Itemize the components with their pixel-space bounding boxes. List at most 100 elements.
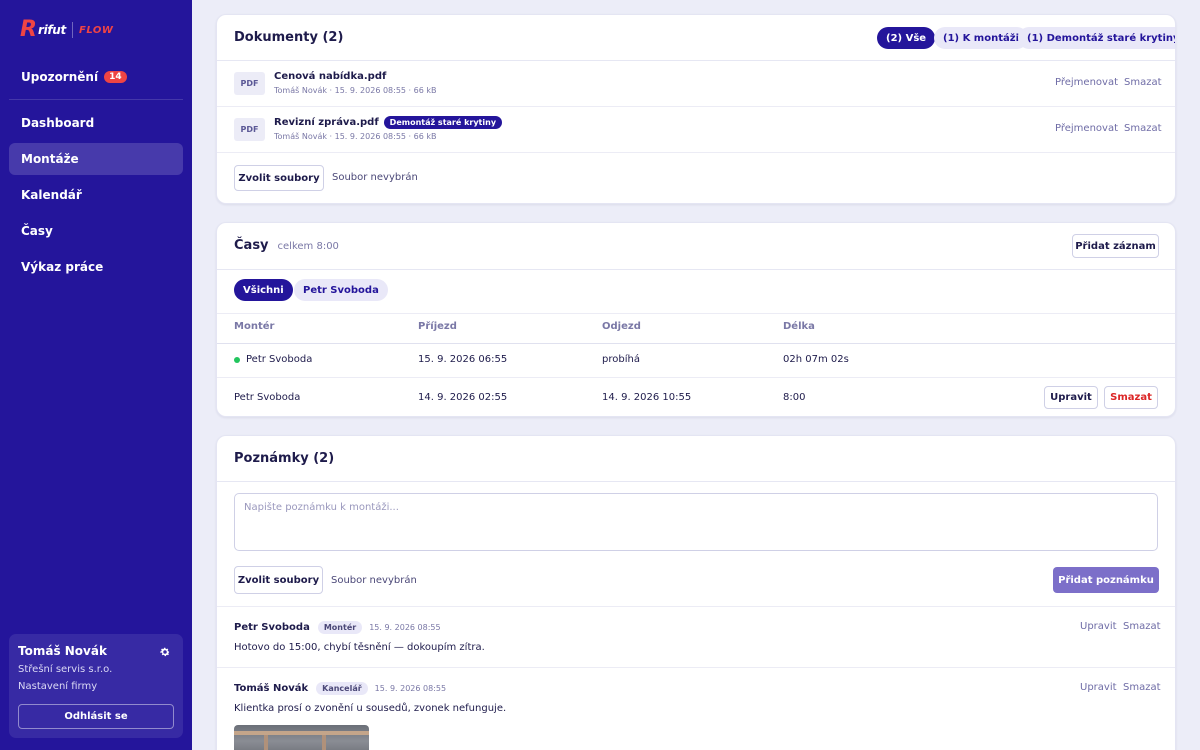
documents-title: Dokumenty (2) <box>234 30 344 45</box>
note-role-badge: Montér <box>317 621 363 634</box>
row-divider <box>217 313 1175 314</box>
row-departure: probíhá <box>602 354 640 365</box>
sidebar-item-label: Výkaz práce <box>21 260 104 274</box>
add-note-button[interactable]: Přidat poznámku <box>1053 567 1159 593</box>
thumbnail-detail <box>322 735 326 750</box>
document-name[interactable]: Cenová nabídka.pdf <box>274 71 386 82</box>
delete-time-button[interactable]: Smazat <box>1104 386 1158 409</box>
edit-note-link[interactable]: Upravit <box>1080 621 1117 632</box>
notes-card: Poznámky (2) Zvolit soubory Soubor nevyb… <box>216 435 1176 750</box>
filter-demontaz[interactable]: (1) Demontáž staré krytiny <box>1018 27 1175 49</box>
row-worker: Petr Svoboda <box>246 354 313 365</box>
document-filename: Cenová nabídka.pdf <box>274 71 387 82</box>
no-file-label: Soubor nevybrán <box>332 172 418 183</box>
column-header-duration: Délka <box>783 321 815 332</box>
edit-note-link[interactable]: Upravit <box>1080 682 1117 693</box>
choose-files-button[interactable]: Zvolit soubory <box>234 165 324 191</box>
delete-note-link[interactable]: Smazat <box>1123 682 1161 693</box>
note-textarea[interactable] <box>234 493 1158 551</box>
sidebar-item-kalendar[interactable]: Kalendář <box>9 179 183 211</box>
user-card: Tomáš Novák Střešní servis s.r.o. Nastav… <box>9 634 183 738</box>
delete-note-link[interactable]: Smazat <box>1123 621 1161 632</box>
note-author: Tomáš Novák <box>234 683 309 694</box>
sidebar-divider <box>9 99 183 100</box>
pdf-file-icon: PDF <box>234 118 265 141</box>
brand-name: rifut <box>37 23 66 37</box>
documents-header: Dokumenty (2) (2) Vše (1) K montáži (1) … <box>217 15 1175 61</box>
documents-card: Dokumenty (2) (2) Vše (1) K montáži (1) … <box>216 14 1176 204</box>
row-divider <box>217 152 1175 153</box>
pdf-file-icon: PDF <box>234 72 265 95</box>
document-meta: Tomáš Novák · 15. 9. 2026 08:55 · 66 kB <box>274 132 437 141</box>
document-name[interactable]: Revizní zpráva.pdf Demontáž staré krytin… <box>274 116 503 129</box>
column-header-arrival: Příjezd <box>418 321 457 332</box>
sidebar-item-label: Kalendář <box>21 188 82 202</box>
row-duration: 8:00 <box>783 392 806 403</box>
header-divider <box>217 343 1175 344</box>
sidebar-item-dashboard[interactable]: Dashboard <box>9 107 183 139</box>
times-title-group: Časy celkem 8:00 <box>234 238 339 253</box>
document-meta: Tomáš Novák · 15. 9. 2026 08:55 · 66 kB <box>274 86 437 95</box>
notifications-link[interactable]: Upozornění 14 <box>9 62 183 92</box>
row-arrival: 15. 9. 2026 06:55 <box>418 354 508 365</box>
row-divider <box>217 377 1175 378</box>
row-duration: 02h 07m 02s <box>783 354 849 365</box>
brand-product: FLOW <box>79 24 114 36</box>
column-header-worker: Montér <box>234 321 275 332</box>
column-header-departure: Odjezd <box>602 321 641 332</box>
row-divider <box>217 606 1175 607</box>
notes-title: Poznámky (2) <box>234 451 335 466</box>
times-card: Časy celkem 8:00 Přidat záznam Všichni P… <box>216 222 1176 417</box>
thumbnail-detail <box>264 735 268 750</box>
rename-link[interactable]: Přejmenovat <box>1055 123 1118 134</box>
sidebar: R rifut FLOW Upozornění 14 Dashboard Mon… <box>0 0 192 750</box>
document-filename: Revizní zpráva.pdf <box>274 117 379 128</box>
brand-separator <box>72 22 73 38</box>
thumbnail-detail <box>234 731 369 735</box>
sidebar-item-label: Časy <box>21 224 53 238</box>
row-departure: 14. 9. 2026 10:55 <box>602 392 692 403</box>
note-time: 15. 9. 2026 08:55 <box>374 684 447 693</box>
filter-worker-petr-svoboda[interactable]: Petr Svoboda <box>294 279 388 301</box>
sidebar-item-montaze[interactable]: Montáže <box>9 143 183 175</box>
user-name: Tomáš Novák <box>18 644 107 658</box>
add-time-record-button[interactable]: Přidat záznam <box>1072 234 1159 258</box>
row-arrival: 14. 9. 2026 02:55 <box>418 392 508 403</box>
filter-all[interactable]: (2) Vše <box>877 27 936 49</box>
delete-link[interactable]: Smazat <box>1124 123 1162 134</box>
edit-time-button[interactable]: Upravit <box>1044 386 1098 409</box>
times-header: Časy celkem 8:00 Přidat záznam <box>217 223 1175 270</box>
filter-all-workers[interactable]: Všichni <box>234 279 293 301</box>
notifications-count-badge: 14 <box>104 71 127 83</box>
notes-header: Poznámky (2) <box>217 436 1175 482</box>
gear-icon[interactable] <box>159 646 171 658</box>
note-time: 15. 9. 2026 08:55 <box>369 623 441 632</box>
note-role-badge: Kancelář <box>316 682 368 695</box>
filter-k-montazi[interactable]: (1) K montáži <box>934 27 1028 49</box>
note-text: Hotovo do 15:00, chybí těsnění — dokoupí… <box>234 642 485 653</box>
brand-logo[interactable]: R rifut FLOW <box>20 18 113 42</box>
logout-button[interactable]: Odhlásit se <box>18 704 174 729</box>
choose-files-button[interactable]: Zvolit soubory <box>234 566 323 594</box>
company-settings-link[interactable]: Nastavení firmy <box>18 681 174 692</box>
row-divider <box>217 667 1175 668</box>
user-company: Střešní servis s.r.o. <box>18 664 113 675</box>
times-title: Časy <box>234 238 269 253</box>
row-divider <box>217 106 1175 107</box>
row-worker: Petr Svoboda <box>234 392 301 403</box>
sidebar-item-casy[interactable]: Časy <box>9 215 183 247</box>
note-attachment-thumbnail[interactable] <box>234 725 369 750</box>
note-text: Klientka prosí o zvonění u sousedů, zvon… <box>234 703 507 714</box>
note-author: Petr Svoboda <box>234 622 310 633</box>
times-total: celkem 8:00 <box>277 241 339 252</box>
delete-link[interactable]: Smazat <box>1124 77 1162 88</box>
active-status-dot <box>234 357 240 363</box>
notifications-label: Upozornění <box>21 70 99 84</box>
sidebar-item-vykaz-prace[interactable]: Výkaz práce <box>9 251 183 283</box>
note-header: Petr Svoboda Montér 15. 9. 2026 08:55 <box>234 621 441 634</box>
rename-link[interactable]: Přejmenovat <box>1055 77 1118 88</box>
note-header: Tomáš Novák Kancelář 15. 9. 2026 08:55 <box>234 682 446 695</box>
sidebar-item-label: Dashboard <box>21 116 95 130</box>
document-stage-tag: Demontáž staré krytiny <box>383 116 503 129</box>
sidebar-item-label: Montáže <box>21 152 79 166</box>
